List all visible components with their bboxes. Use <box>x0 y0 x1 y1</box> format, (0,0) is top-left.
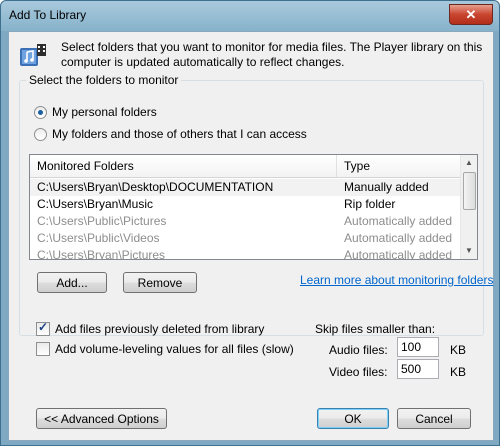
learn-more-link[interactable]: Learn more about monitoring folders <box>300 273 493 287</box>
ok-button[interactable]: OK <box>317 408 389 429</box>
column-header-type[interactable]: Type <box>344 159 370 173</box>
checkbox-volume-leveling[interactable]: Add volume-leveling values for all files… <box>36 342 336 358</box>
column-header-folders[interactable]: Monitored Folders <box>37 159 134 173</box>
close-icon: ✕ <box>465 7 477 22</box>
audio-unit-label: KB <box>450 343 467 357</box>
advanced-options-button[interactable]: << Advanced Options <box>36 408 167 429</box>
folder-path: C:\Users\Bryan\Pictures <box>37 248 166 260</box>
checkbox-indicator[interactable] <box>36 342 50 356</box>
folder-type: Automatically added <box>344 248 453 260</box>
dialog-body: Select folders that you want to monitor … <box>8 31 494 441</box>
column-divider[interactable] <box>336 155 337 177</box>
add-folder-button[interactable]: Add... <box>37 272 107 293</box>
folder-path: C:\Users\Bryan\Music <box>37 197 154 211</box>
scroll-up-icon[interactable]: ▲ <box>462 156 476 170</box>
folder-path: C:\Users\Bryan\Desktop\DOCUMENTATION <box>37 180 274 194</box>
audio-min-size-input[interactable] <box>397 337 439 357</box>
radio-indicator-selected[interactable] <box>34 106 47 119</box>
folder-type: Automatically added <box>344 214 453 228</box>
title-bar[interactable]: Add To Library ✕ <box>1 1 499 31</box>
video-unit-label: KB <box>450 365 467 379</box>
video-files-label: Video files: <box>329 365 388 379</box>
folder-type: Automatically added <box>344 231 453 245</box>
window-title: Add To Library <box>9 8 87 22</box>
group-title: Select the folders to monitor <box>26 73 182 87</box>
checkbox-add-deleted-files[interactable]: Add files previously deleted from librar… <box>36 320 336 338</box>
checkbox-label: Add files previously deleted from librar… <box>55 322 265 336</box>
vertical-scrollbar[interactable]: ▲ ▼ <box>460 155 477 259</box>
intro-text: Select folders that you want to monitor … <box>61 40 483 69</box>
checkbox-indicator-checked[interactable] <box>36 320 50 336</box>
remove-folder-button[interactable]: Remove <box>123 272 197 293</box>
folder-type: Rip folder <box>344 197 396 211</box>
video-min-size-input[interactable] <box>397 359 439 379</box>
scrollbar-thumb[interactable] <box>463 172 476 210</box>
checkbox-label: Add volume-leveling values for all files… <box>55 342 294 356</box>
folder-path: C:\Users\Public\Videos <box>37 231 160 245</box>
radio-indicator[interactable] <box>34 128 47 141</box>
table-row[interactable]: C:\Users\Bryan\Pictures Automatically ad… <box>30 247 460 260</box>
media-library-icon <box>20 44 46 66</box>
radio-my-and-others-folders[interactable]: My folders and those of others that I ca… <box>34 127 474 143</box>
radio-label: My personal folders <box>52 105 157 119</box>
folder-type: Manually added <box>344 180 429 194</box>
radio-my-personal-folders[interactable]: My personal folders <box>34 105 474 121</box>
skip-files-label: Skip files smaller than: <box>315 322 436 336</box>
audio-files-label: Audio files: <box>329 343 388 357</box>
radio-label: My folders and those of others that I ca… <box>52 127 307 141</box>
close-button[interactable]: ✕ <box>449 4 493 25</box>
table-row[interactable]: C:\Users\Bryan\Desktop\DOCUMENTATION Man… <box>30 179 460 196</box>
scroll-down-icon[interactable]: ▼ <box>462 244 476 258</box>
list-header: Monitored Folders Type <box>30 155 460 178</box>
table-row[interactable]: C:\Users\Public\Videos Automatically add… <box>30 230 460 247</box>
table-row[interactable]: C:\Users\Bryan\Music Rip folder <box>30 196 460 213</box>
add-to-library-dialog: Add To Library ✕ Select folders that you… <box>0 0 500 446</box>
folder-path: C:\Users\Public\Pictures <box>37 214 167 228</box>
table-row[interactable]: C:\Users\Public\Pictures Automatically a… <box>30 213 460 230</box>
cancel-button[interactable]: Cancel <box>397 408 471 429</box>
monitored-folders-list[interactable]: Monitored Folders Type C:\Users\Bryan\De… <box>29 154 478 260</box>
